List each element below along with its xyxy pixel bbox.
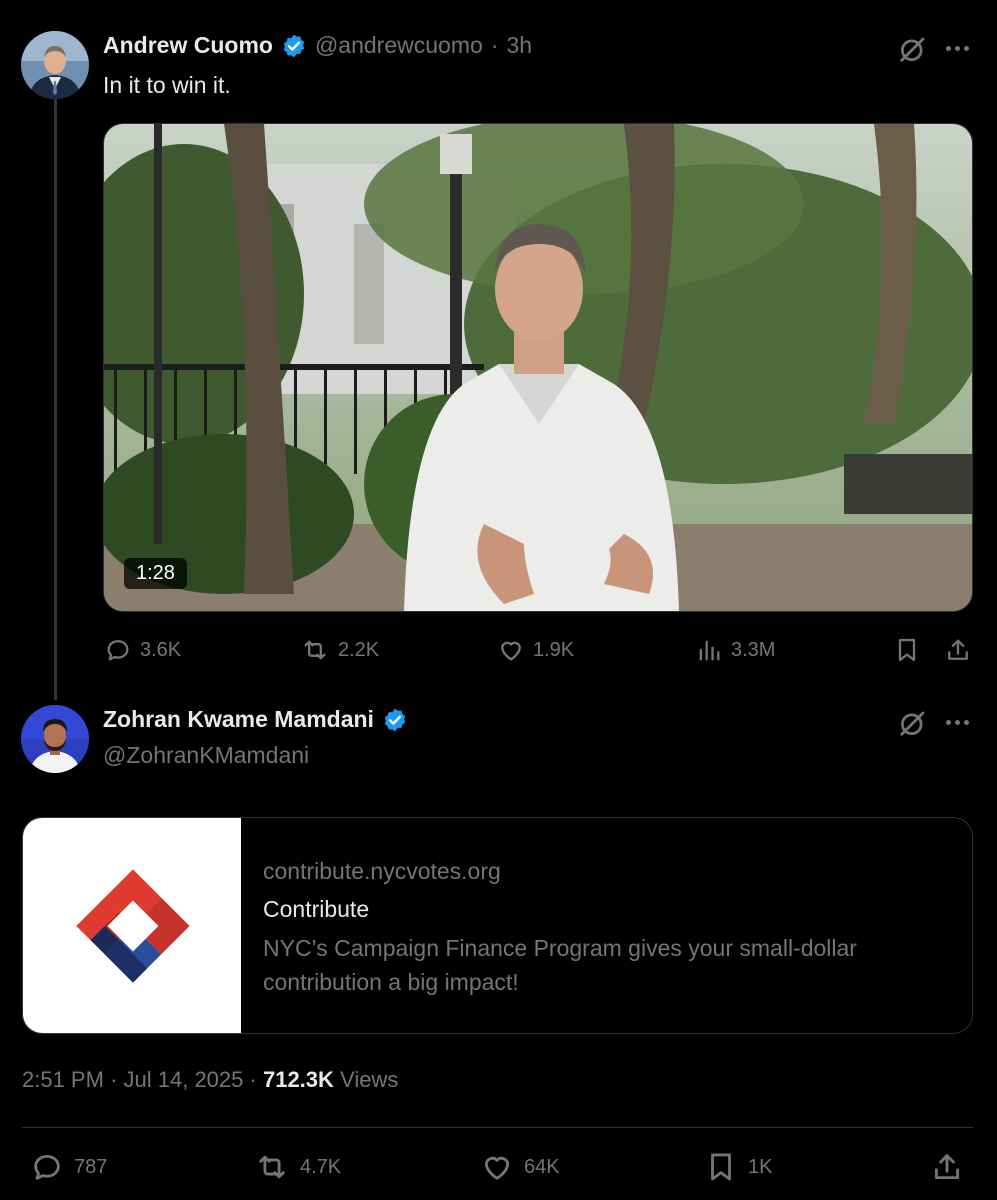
like-count: 1.9K — [533, 638, 575, 661]
card-domain: contribute.nycvotes.org — [263, 858, 501, 884]
link-preview-card[interactable]: contribute.nycvotes.org Contribute NYC’s… — [22, 817, 973, 1034]
share-button[interactable] — [930, 1150, 964, 1184]
video-duration: 1:28 — [124, 558, 187, 589]
grok-icon[interactable] — [898, 34, 928, 69]
thread-line — [54, 92, 57, 700]
views-count: 3.3M — [731, 638, 776, 661]
meta-separator: · — [249, 1067, 257, 1092]
grok-icon[interactable] — [898, 708, 928, 743]
avatar-andrew-cuomo[interactable] — [21, 31, 89, 99]
bookmark-icon — [711, 1153, 731, 1181]
tweet-text: In it to win it. — [103, 72, 231, 98]
divider — [22, 1127, 973, 1128]
timestamp[interactable]: 3h — [506, 32, 532, 59]
like-button[interactable]: 64K — [480, 1150, 560, 1184]
tweet1-header: Andrew Cuomo @andrewcuomo · 3h — [103, 32, 532, 59]
heart-icon — [501, 641, 521, 661]
views-button[interactable]: 3.3M — [695, 636, 775, 664]
verified-badge-icon — [281, 33, 307, 59]
card-thumbnail — [23, 818, 241, 1033]
display-name[interactable]: Andrew Cuomo — [103, 32, 273, 59]
separator-dot: · — [490, 32, 499, 58]
like-count: 64K — [524, 1155, 560, 1178]
bookmark-count: 1K — [748, 1155, 773, 1178]
reply-count: 3.6K — [140, 638, 182, 661]
reply-button[interactable]: 787 — [30, 1150, 107, 1184]
video-player[interactable]: 1:28 — [103, 123, 973, 612]
reply-icon — [34, 1154, 60, 1180]
retweet-button[interactable]: 4.7K — [254, 1150, 341, 1184]
retweet-count: 2.2K — [338, 638, 380, 661]
reply-icon — [107, 640, 129, 661]
post-date[interactable]: Jul 14, 2025 — [124, 1067, 244, 1092]
video-thumbnail — [104, 124, 972, 611]
bookmark-button[interactable] — [893, 636, 921, 664]
meta-separator: · — [110, 1067, 118, 1092]
views-icon — [699, 640, 720, 661]
like-button[interactable]: 1.9K — [497, 636, 574, 664]
retweet-button[interactable]: 2.2K — [300, 636, 379, 664]
handle[interactable]: @andrewcuomo — [315, 32, 483, 59]
tweet-meta: 2:51 PM · Jul 14, 2025 · 712.3K Views — [22, 1067, 398, 1093]
retweet-count: 4.7K — [300, 1155, 342, 1178]
bookmark-button[interactable]: 1K — [704, 1150, 772, 1184]
retweet-icon — [259, 1155, 285, 1179]
bookmark-icon — [898, 638, 916, 662]
display-name[interactable]: Zohran Kwame Mamdani — [103, 706, 374, 733]
reply-count: 787 — [74, 1155, 108, 1178]
retweet-icon — [304, 640, 326, 660]
nycvotes-logo — [76, 869, 190, 983]
avatar-zohran-mamdani[interactable] — [21, 705, 89, 773]
tweet2-header: Zohran Kwame Mamdani — [103, 706, 408, 733]
heart-icon — [484, 1156, 510, 1180]
handle[interactable]: @ZohranKMamdani — [103, 742, 309, 769]
reply-button[interactable]: 3.6K — [104, 636, 181, 664]
more-icon[interactable] — [946, 46, 969, 51]
card-description: NYC’s Campaign Finance Program gives you… — [263, 935, 857, 995]
share-button[interactable] — [944, 636, 972, 664]
card-title: Contribute — [263, 896, 370, 922]
verified-badge-icon — [382, 707, 408, 733]
views-label: Views — [340, 1067, 399, 1092]
post-time[interactable]: 2:51 PM — [22, 1067, 104, 1092]
views-count: 712.3K — [262, 1067, 334, 1092]
share-icon — [934, 1154, 960, 1180]
share-icon — [948, 639, 968, 660]
more-icon[interactable] — [946, 720, 969, 725]
